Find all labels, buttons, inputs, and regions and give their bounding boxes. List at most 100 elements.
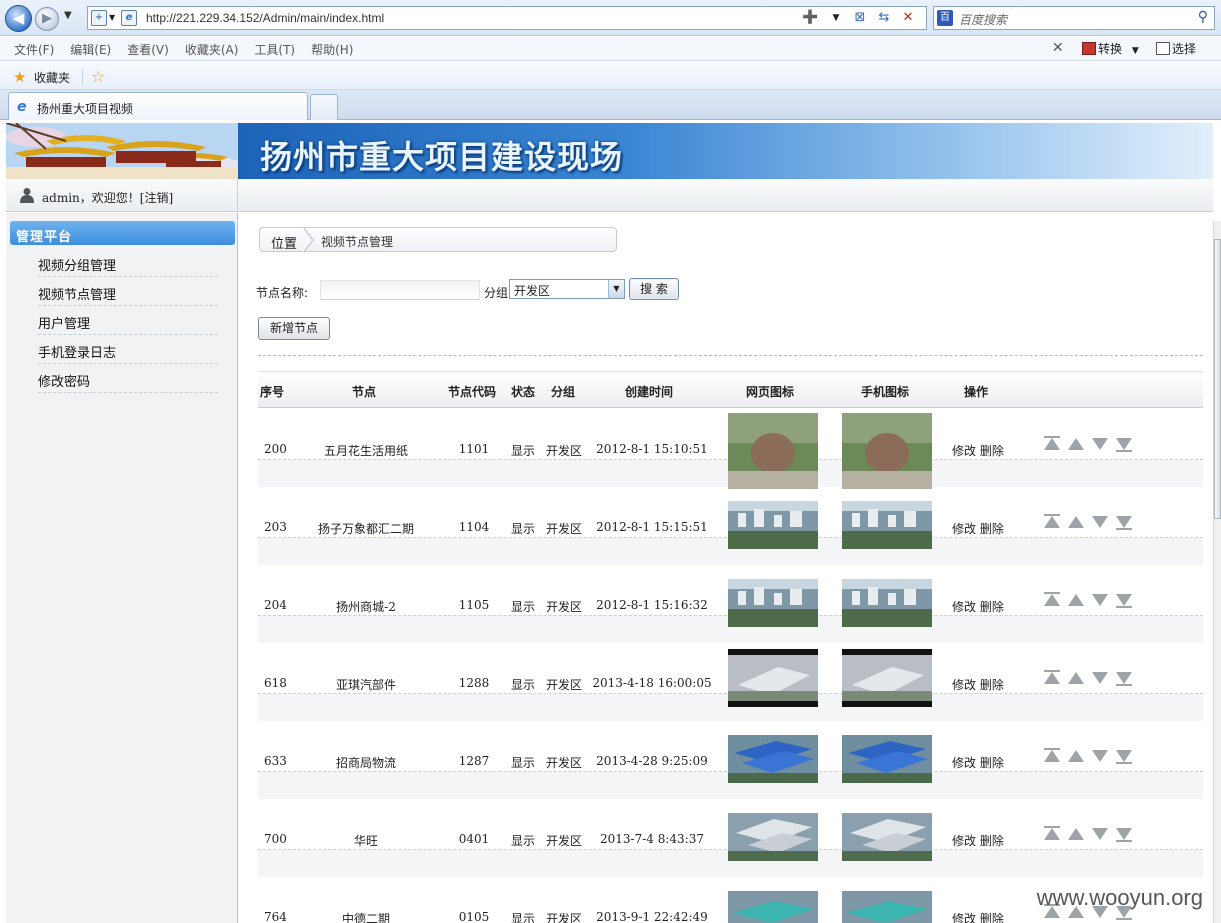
mobile-icon-thumbnail[interactable] [842, 879, 932, 923]
menu-favorites[interactable]: 收藏夹(A) [185, 41, 239, 58]
group-select[interactable]: 开发区 ▼ [509, 279, 625, 299]
cell-code: 0105 [458, 910, 490, 923]
move-top-icon[interactable] [1044, 750, 1060, 762]
thumbnail-image [842, 735, 932, 783]
delete-link[interactable]: 删除 [980, 444, 1004, 458]
move-down-icon[interactable] [1092, 438, 1108, 450]
address-bar[interactable]: + ▼ e http://221.229.34.152/Admin/main/i… [87, 6, 927, 30]
sidebar-item-user-management[interactable]: 用户管理 [38, 306, 218, 335]
web-icon-thumbnail[interactable] [728, 801, 818, 879]
move-bottom-icon[interactable] [1116, 828, 1132, 840]
move-top-icon[interactable] [1044, 438, 1060, 450]
web-icon-thumbnail[interactable] [728, 567, 818, 645]
back-button[interactable]: ◀ [5, 5, 32, 32]
mobile-icon-thumbnail[interactable] [842, 801, 932, 879]
move-top-icon[interactable] [1044, 516, 1060, 528]
table-row: 633 招商局物流 1287 显示 开发区 2013-4-28 9:25:09 修改 删除 [258, 721, 1203, 799]
new-tab-button[interactable] [310, 94, 338, 120]
search-button[interactable]: 搜 索 [629, 278, 679, 300]
chevron-down-icon[interactable]: ▼ [608, 280, 624, 298]
search-icon[interactable]: ⚲ [1198, 9, 1208, 25]
web-icon-thumbnail[interactable] [728, 489, 818, 567]
chevron-down-icon[interactable]: ▼ [828, 10, 844, 26]
move-bottom-icon[interactable] [1116, 750, 1132, 762]
vertical-scrollbar[interactable] [1213, 221, 1221, 923]
move-down-icon[interactable] [1092, 516, 1108, 528]
move-top-icon[interactable] [1044, 828, 1060, 840]
url-text[interactable]: http://221.229.34.152/Admin/main/index.h… [146, 11, 384, 25]
move-bottom-icon[interactable] [1116, 672, 1132, 684]
add-node-button[interactable]: 新增节点 [258, 317, 330, 340]
delete-link[interactable]: 删除 [980, 834, 1004, 848]
scrollbar-thumb[interactable] [1214, 239, 1221, 519]
menu-help[interactable]: 帮助(H) [311, 41, 353, 58]
move-down-icon[interactable] [1092, 672, 1108, 684]
cell-created: 2012-8-1 15:15:51 [596, 520, 708, 534]
sidebar-item-group-management[interactable]: 视频分组管理 [38, 248, 218, 277]
mobile-icon-thumbnail[interactable] [842, 567, 932, 645]
menu-edit[interactable]: 编辑(E) [70, 41, 111, 58]
move-down-icon[interactable] [1092, 750, 1108, 762]
move-top-icon[interactable] [1044, 594, 1060, 606]
delete-link[interactable]: 删除 [980, 756, 1004, 770]
stop-icon[interactable]: ✕ [900, 10, 916, 26]
move-down-icon[interactable] [1092, 828, 1108, 840]
move-up-icon[interactable] [1068, 672, 1084, 684]
move-up-icon[interactable] [1068, 594, 1084, 606]
logo-pavilion [6, 123, 238, 179]
history-dropdown-icon[interactable]: ▼ [64, 10, 72, 21]
thumbnail-image [842, 813, 932, 861]
table-row: 200 五月花生活用纸 1101 显示 开发区 2012-8-1 15:10:51 修改 删… [258, 409, 1203, 489]
edit-link[interactable]: 修改 [952, 912, 976, 923]
sidebar-item-change-password[interactable]: 修改密码 [38, 364, 218, 393]
select-button[interactable]: 选择 [1156, 40, 1196, 57]
menu-file[interactable]: 文件(F) [14, 41, 54, 58]
edit-link[interactable]: 修改 [952, 444, 976, 458]
forward-button[interactable]: ▶ [35, 7, 59, 31]
edit-link[interactable]: 修改 [952, 678, 976, 692]
move-bottom-icon[interactable] [1116, 594, 1132, 606]
move-down-icon[interactable] [1092, 594, 1108, 606]
close-icon[interactable]: ✕ [1052, 40, 1064, 56]
mobile-icon-thumbnail[interactable] [842, 645, 932, 723]
mobile-icon-thumbnail[interactable] [842, 723, 932, 801]
move-up-icon[interactable] [1068, 828, 1084, 840]
ie-page-icon: e [121, 10, 137, 26]
delete-link[interactable]: 删除 [980, 600, 1004, 614]
tab-active[interactable]: e 扬州重大项目视频 [8, 92, 308, 120]
compat-icon[interactable]: ⊠ [852, 10, 868, 26]
move-up-icon[interactable] [1068, 516, 1084, 528]
delete-link[interactable]: 删除 [980, 912, 1004, 923]
welcome-text[interactable]: admin，欢迎您！[注销] [42, 189, 173, 206]
web-icon-thumbnail[interactable] [728, 645, 818, 723]
edit-link[interactable]: 修改 [952, 756, 976, 770]
node-name-input[interactable] [320, 280, 480, 300]
menu-tools[interactable]: 工具(T) [254, 41, 295, 58]
mobile-icon-thumbnail[interactable] [842, 411, 932, 489]
move-top-icon[interactable] [1044, 672, 1060, 684]
chevron-down-icon: ▼ [1131, 46, 1139, 56]
move-up-icon[interactable] [1068, 438, 1084, 450]
edit-link[interactable]: 修改 [952, 522, 976, 536]
delete-link[interactable]: 删除 [980, 522, 1004, 536]
compat-view-icon[interactable]: + [91, 10, 107, 26]
delete-link[interactable]: 删除 [980, 678, 1004, 692]
move-up-icon[interactable] [1068, 750, 1084, 762]
browser-search-box[interactable]: 百 百度搜索 ⚲ [933, 6, 1215, 30]
edit-link[interactable]: 修改 [952, 834, 976, 848]
mobile-icon-thumbnail[interactable] [842, 489, 932, 567]
refresh-icon[interactable]: ⇆ [876, 10, 892, 26]
move-bottom-icon[interactable] [1116, 516, 1132, 528]
move-bottom-icon[interactable] [1116, 438, 1132, 450]
go-icon[interactable]: ➕ [802, 10, 818, 26]
web-icon-thumbnail[interactable] [728, 723, 818, 801]
convert-button[interactable]: 转换 ▼ [1082, 40, 1139, 57]
menu-view[interactable]: 查看(V) [127, 41, 169, 58]
edit-link[interactable]: 修改 [952, 600, 976, 614]
add-favorite-icon[interactable]: ☆ [91, 67, 105, 86]
web-icon-thumbnail[interactable] [728, 879, 818, 923]
sidebar-item-node-management[interactable]: 视频节点管理 [38, 277, 218, 306]
sidebar-item-mobile-login-log[interactable]: 手机登录日志 [38, 335, 218, 364]
favorites-button[interactable]: 收藏夹 [34, 69, 70, 86]
web-icon-thumbnail[interactable] [728, 411, 818, 489]
